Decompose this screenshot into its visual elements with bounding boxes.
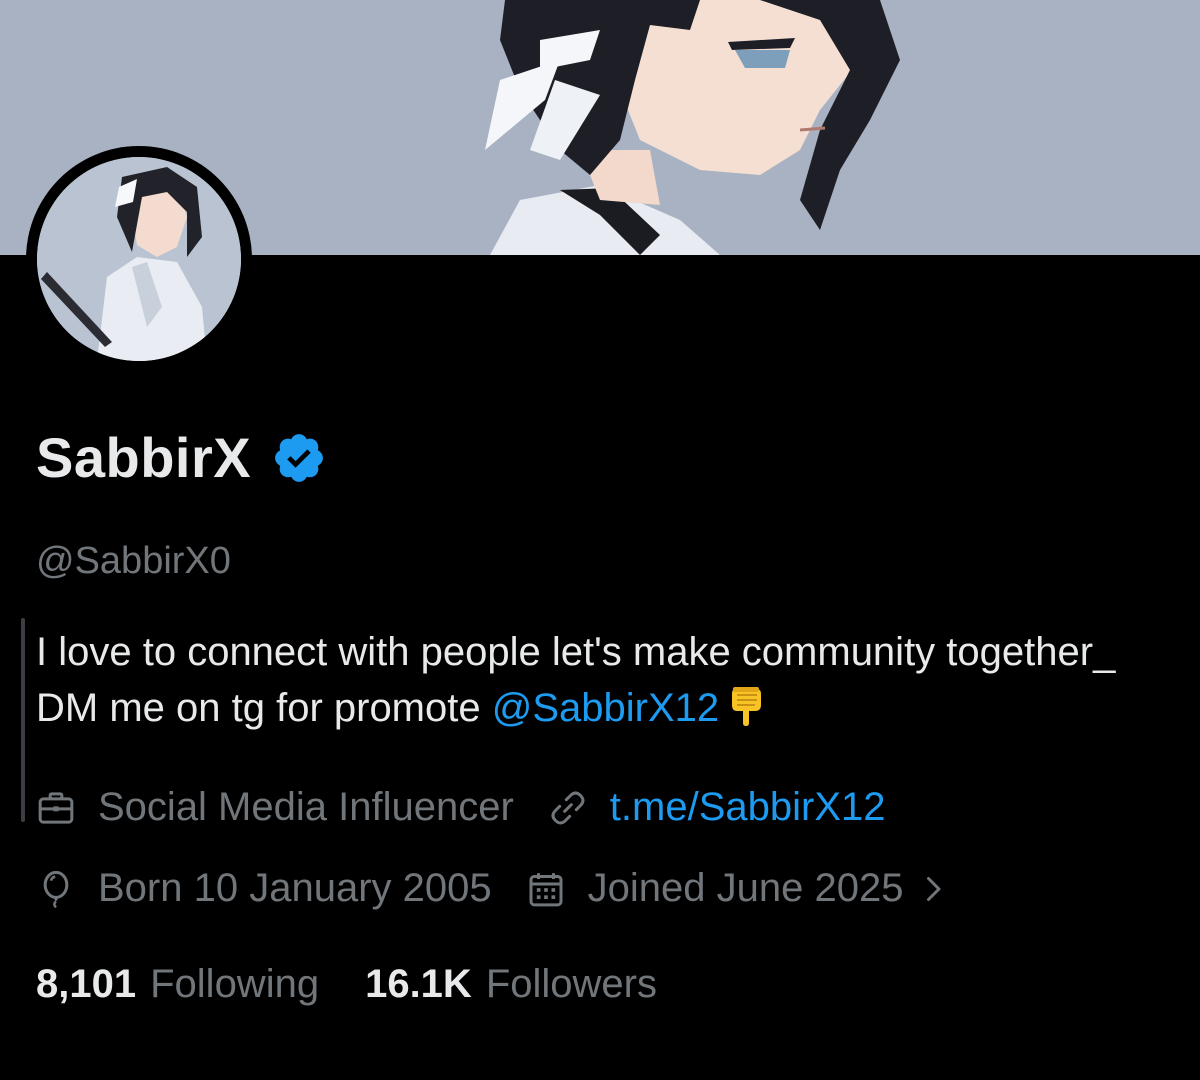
website-link[interactable]: t.me/SabbirX12 [610,785,886,830]
point-down-icon [732,687,762,726]
profile-name-row: SabbirX [36,425,327,490]
display-name: SabbirX [36,426,252,489]
bio-mention-link[interactable]: @SabbirX12 [492,686,719,730]
chevron-right-icon[interactable] [915,871,951,907]
following-count: 8,101 [36,962,137,1006]
category-label: Social Media Influencer [98,785,514,829]
bio-scroll-indicator [21,618,25,822]
point-down-emoji [729,685,763,742]
following-stat[interactable]: 8,101 Following [36,962,319,1007]
followers-label: Followers [485,962,657,1006]
profile-stats: 8,101 Following 16.1K Followers [36,962,703,1007]
profile-category: Social Media Influencer [36,785,514,830]
profile-meta-row-1: Social Media Influencer t.me/SabbirX12 [36,785,919,830]
avatar-image [37,157,241,361]
following-label: Following [150,962,320,1006]
followers-count: 16.1K [365,962,472,1006]
profile-birthday: Born 10 January 2005 [36,866,492,911]
profile-handle: @SabbirX0 [36,540,231,582]
profile-joined[interactable]: Joined June 2025 [526,866,904,911]
profile-meta-row-2: Born 10 January 2005 Joined June 2025 [36,866,951,911]
calendar-icon [529,872,563,906]
briefcase-icon [38,791,74,824]
link-icon [551,791,585,824]
profile-website[interactable]: t.me/SabbirX12 [548,785,886,830]
profile-avatar[interactable] [26,146,252,372]
profile-bio: I love to connect with people let's make… [36,624,1166,742]
verified-badge-icon[interactable] [271,430,327,486]
balloon-icon [43,870,69,908]
followers-stat[interactable]: 16.1K Followers [365,962,657,1007]
joined-label: Joined June 2025 [587,866,904,910]
birthday-label: Born 10 January 2005 [98,866,492,910]
